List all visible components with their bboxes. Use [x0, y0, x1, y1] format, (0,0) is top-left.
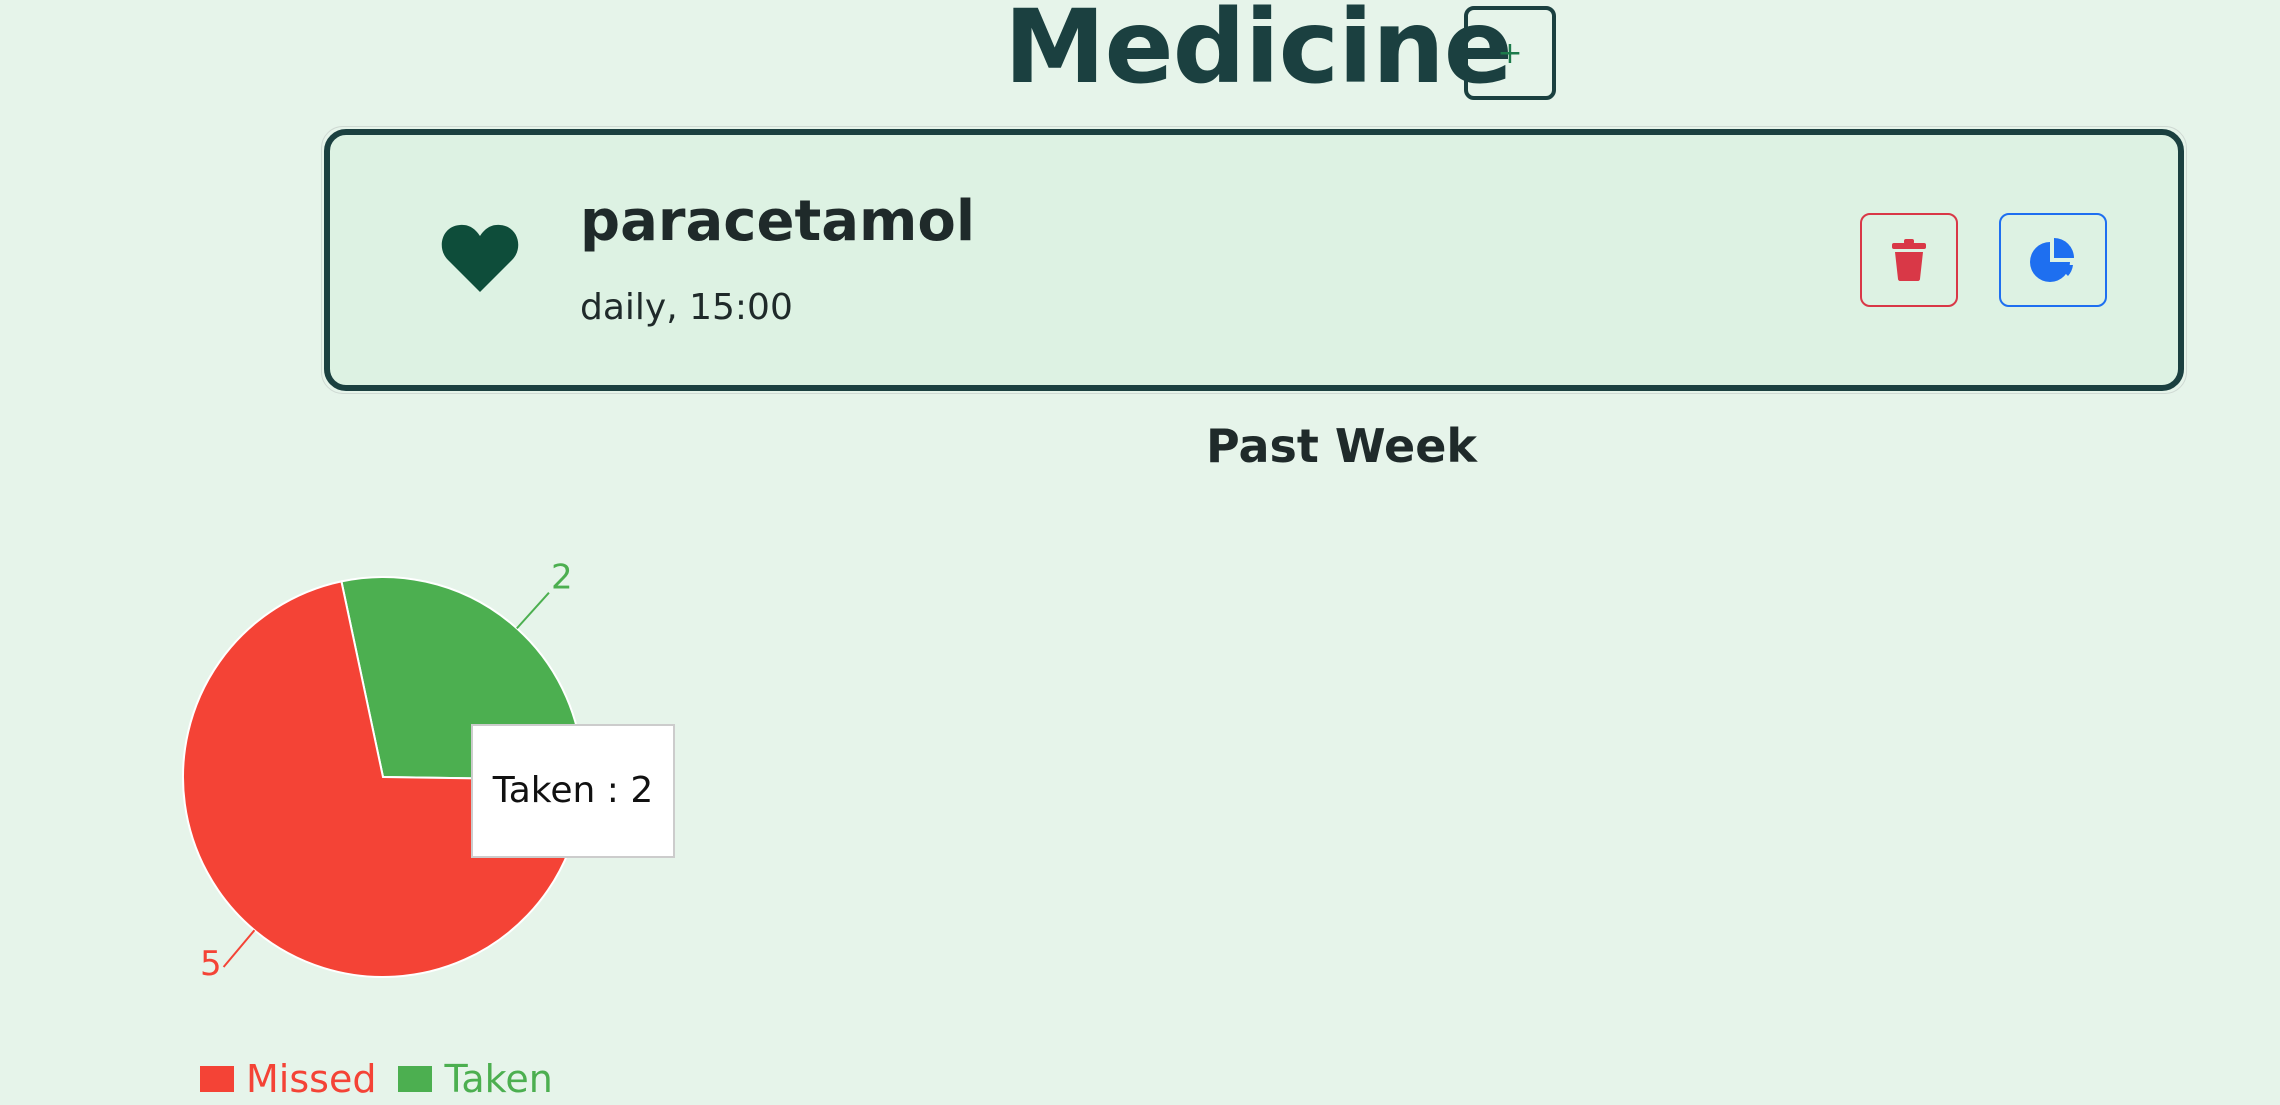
- delete-button[interactable]: [1860, 213, 1958, 307]
- medicine-schedule: daily, 15:00: [580, 287, 793, 328]
- legend-item-missed[interactable]: Missed: [200, 1054, 376, 1104]
- legend-label: Missed: [246, 1057, 377, 1101]
- data-label-taken: 2: [551, 558, 573, 598]
- stats-button[interactable]: [1999, 213, 2107, 307]
- legend-swatch: [200, 1065, 234, 1092]
- trash-icon: [1892, 239, 1926, 281]
- legend-swatch: [398, 1065, 433, 1092]
- page-header: Medicine +: [0, 0, 2280, 110]
- leader-line-taken: [516, 592, 550, 630]
- legend-item-taken[interactable]: Taken: [398, 1054, 553, 1104]
- data-label-missed: 5: [200, 944, 222, 984]
- leader-line-missed: [222, 929, 256, 968]
- chart-legend: Missed Taken: [200, 1054, 575, 1104]
- page-title: Medicine: [1004, 0, 1513, 107]
- pie-chart-icon: [2030, 238, 2074, 282]
- legend-label: Taken: [444, 1057, 553, 1101]
- medicine-name: paracetamol: [580, 189, 976, 254]
- chart-title: Past Week: [1206, 419, 1477, 473]
- heart-icon: [441, 224, 519, 292]
- add-medicine-button[interactable]: +: [1464, 6, 1556, 100]
- chart-tooltip: Taken : 2: [471, 724, 675, 858]
